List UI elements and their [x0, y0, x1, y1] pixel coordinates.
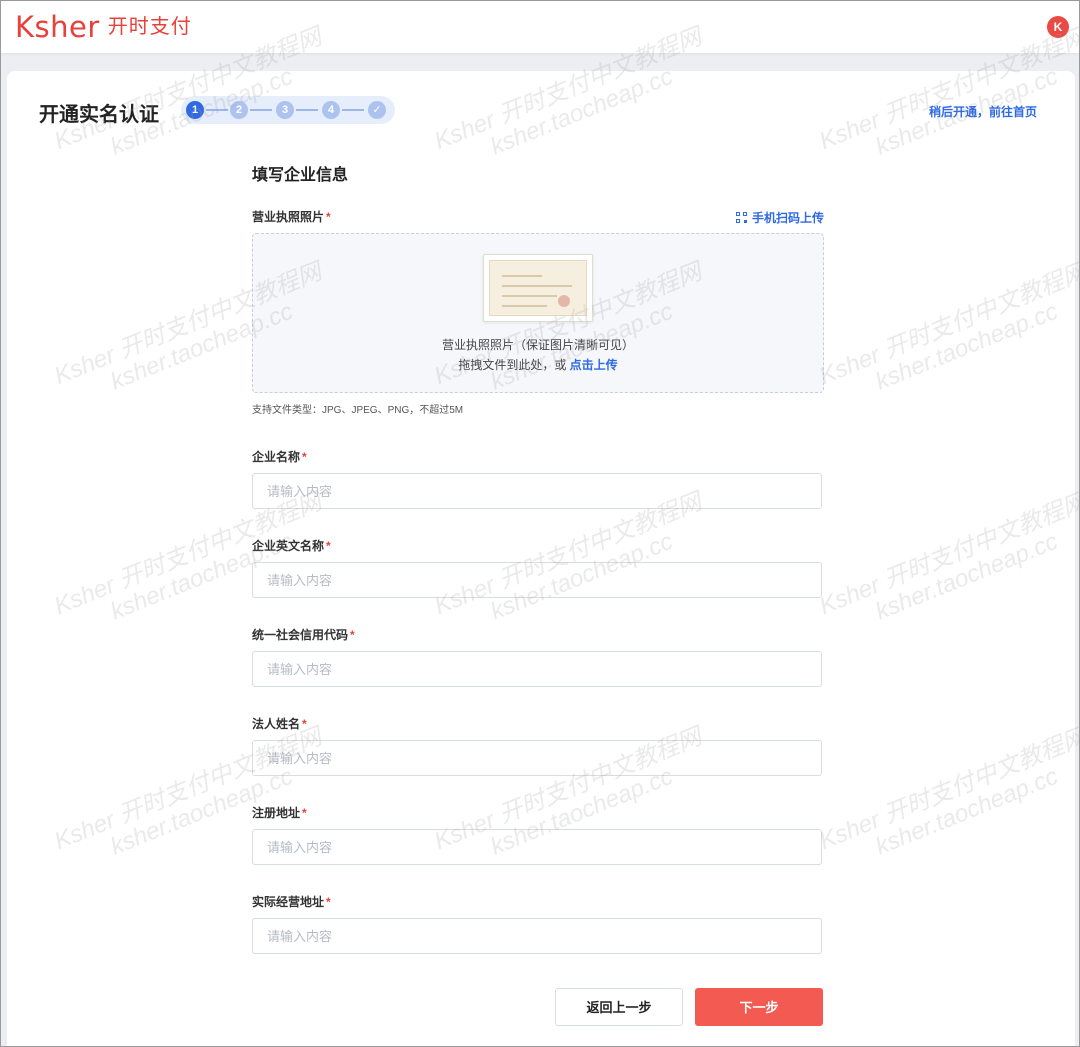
step-connector	[342, 109, 364, 111]
registered-address-input[interactable]	[252, 829, 822, 865]
required-mark: *	[302, 450, 307, 464]
legal-person-name-input[interactable]	[252, 740, 822, 776]
label-text: 统一社会信用代码	[252, 628, 349, 642]
app-window: Ksher 开时支付 K 开通实名认证 1 2 3 4 ✓ 稍后开通，前往首页 …	[0, 0, 1080, 1047]
credit-code-label: 统一社会信用代码 *	[252, 626, 355, 643]
required-mark: *	[302, 717, 307, 731]
step-4: 4	[322, 101, 340, 119]
step-connector	[206, 109, 228, 111]
user-avatar[interactable]: K	[1047, 16, 1069, 38]
scan-link-text: 手机扫码上传	[751, 211, 824, 225]
click-upload-link[interactable]: 点击上传	[570, 358, 618, 372]
drag-text: 拖拽文件到此处，或	[458, 358, 570, 372]
top-header: Ksher 开时支付 K	[1, 1, 1079, 53]
label-text: 企业名称	[252, 450, 301, 464]
later-go-home-link[interactable]: 稍后开通，前往首页	[929, 103, 1037, 120]
company-english-name-input[interactable]	[252, 562, 822, 598]
required-mark: *	[302, 806, 307, 820]
required-mark: *	[350, 628, 355, 642]
logo-chinese-name: 开时支付	[107, 16, 192, 38]
required-mark: *	[326, 895, 331, 909]
upload-instructions: 拖拽文件到此处，或 点击上传	[253, 356, 823, 373]
license-upload-dropzone[interactable]: 营业执照照片（保证图片清晰可见） 拖拽文件到此处，或 点击上传	[252, 233, 824, 393]
step-connector	[250, 109, 272, 111]
business-address-label: 实际经营地址 *	[252, 893, 331, 910]
label-text: 注册地址	[252, 806, 301, 820]
logo-wordmark: Ksher	[15, 10, 100, 44]
license-photo-label: 营业执照照片 *	[252, 208, 331, 225]
step-3: 3	[276, 101, 294, 119]
file-type-hint: 支持文件类型：JPG、JPEG、PNG，不超过5M	[252, 405, 464, 416]
company-english-name-label: 企业英文名称 *	[252, 537, 331, 554]
upload-caption: 营业执照照片（保证图片清晰可见）	[441, 338, 634, 352]
step-1: 1	[186, 101, 204, 119]
back-button[interactable]: 返回上一步	[555, 988, 683, 1026]
label-text: 实际经营地址	[252, 895, 325, 909]
legal-person-name-label: 法人姓名 *	[252, 715, 307, 732]
step-connector	[296, 109, 318, 111]
qr-code-icon	[735, 212, 747, 223]
company-name-input[interactable]	[252, 473, 822, 509]
next-button[interactable]: 下一步	[695, 988, 823, 1026]
required-mark: *	[326, 210, 331, 224]
seal-icon	[558, 295, 570, 307]
registered-address-label: 注册地址 *	[252, 804, 307, 821]
credit-code-input[interactable]	[252, 651, 822, 687]
page-title: 开通实名认证	[39, 104, 159, 126]
label-text: 营业执照照片	[252, 210, 325, 224]
main-card: 开通实名认证 1 2 3 4 ✓ 稍后开通，前往首页 填写企业信息 营业执照照片…	[7, 71, 1075, 1046]
label-text: 企业英文名称	[252, 539, 325, 553]
progress-stepper: 1 2 3 4 ✓	[181, 96, 395, 124]
step-2: 2	[230, 101, 248, 119]
business-address-input[interactable]	[252, 918, 822, 954]
required-mark: *	[326, 539, 331, 553]
label-text: 法人姓名	[252, 717, 301, 731]
step-done-check-icon: ✓	[368, 101, 386, 119]
ksher-logo[interactable]: Ksher 开时支付	[15, 9, 192, 45]
section-title: 填写企业信息	[252, 167, 349, 184]
scan-upload-link[interactable]: 手机扫码上传	[735, 209, 824, 226]
business-license-illustration	[483, 254, 593, 322]
company-name-label: 企业名称 *	[252, 448, 307, 465]
